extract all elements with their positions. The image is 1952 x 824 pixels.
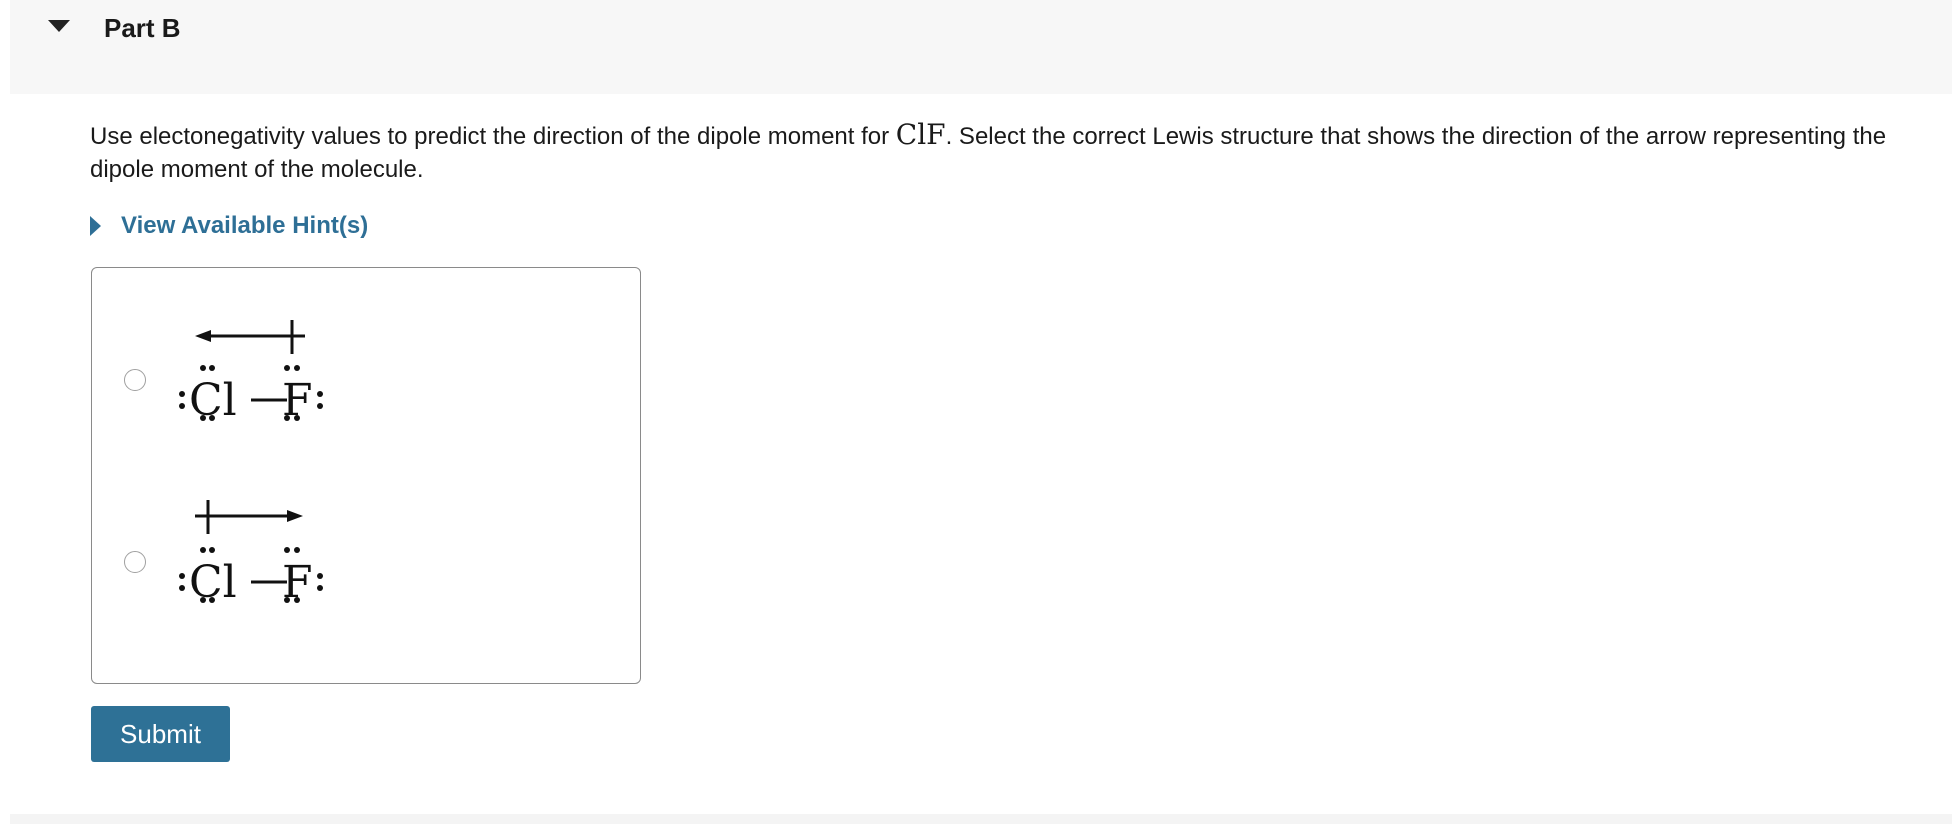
part-title: Part B (104, 13, 181, 43)
footer-divider (10, 814, 1952, 824)
atom-cl: Cl (189, 557, 237, 608)
dipole-arrow-head (195, 330, 211, 342)
question-text: Use electonegativity values to predict t… (90, 118, 1890, 186)
collapse-caret-icon[interactable] (48, 20, 70, 32)
choice-1-radio[interactable] (124, 369, 146, 391)
view-hints-toggle[interactable]: View Available Hint(s) (90, 210, 368, 242)
hint-caret-icon (90, 216, 101, 236)
answer-choices: Cl F Cl F (91, 267, 641, 684)
question-formula: ClF (895, 118, 946, 151)
submit-button[interactable]: Submit (91, 706, 230, 762)
view-hints-label[interactable]: View Available Hint(s) (121, 212, 368, 240)
part-header: Part B (10, 0, 1952, 94)
dipole-arrow-head (287, 510, 303, 522)
question-text-before: Use electonegativity values to predict t… (90, 123, 896, 150)
lewis-structure-arrow-toward-f: Cl F (179, 500, 323, 608)
atom-cl: Cl (189, 375, 237, 426)
choice-2-radio[interactable] (124, 551, 146, 573)
answer-choice-1[interactable]: Cl F (92, 268, 640, 426)
lewis-structure-arrow-toward-cl: Cl F (179, 320, 323, 426)
answer-choice-2[interactable]: Cl F (92, 450, 640, 608)
